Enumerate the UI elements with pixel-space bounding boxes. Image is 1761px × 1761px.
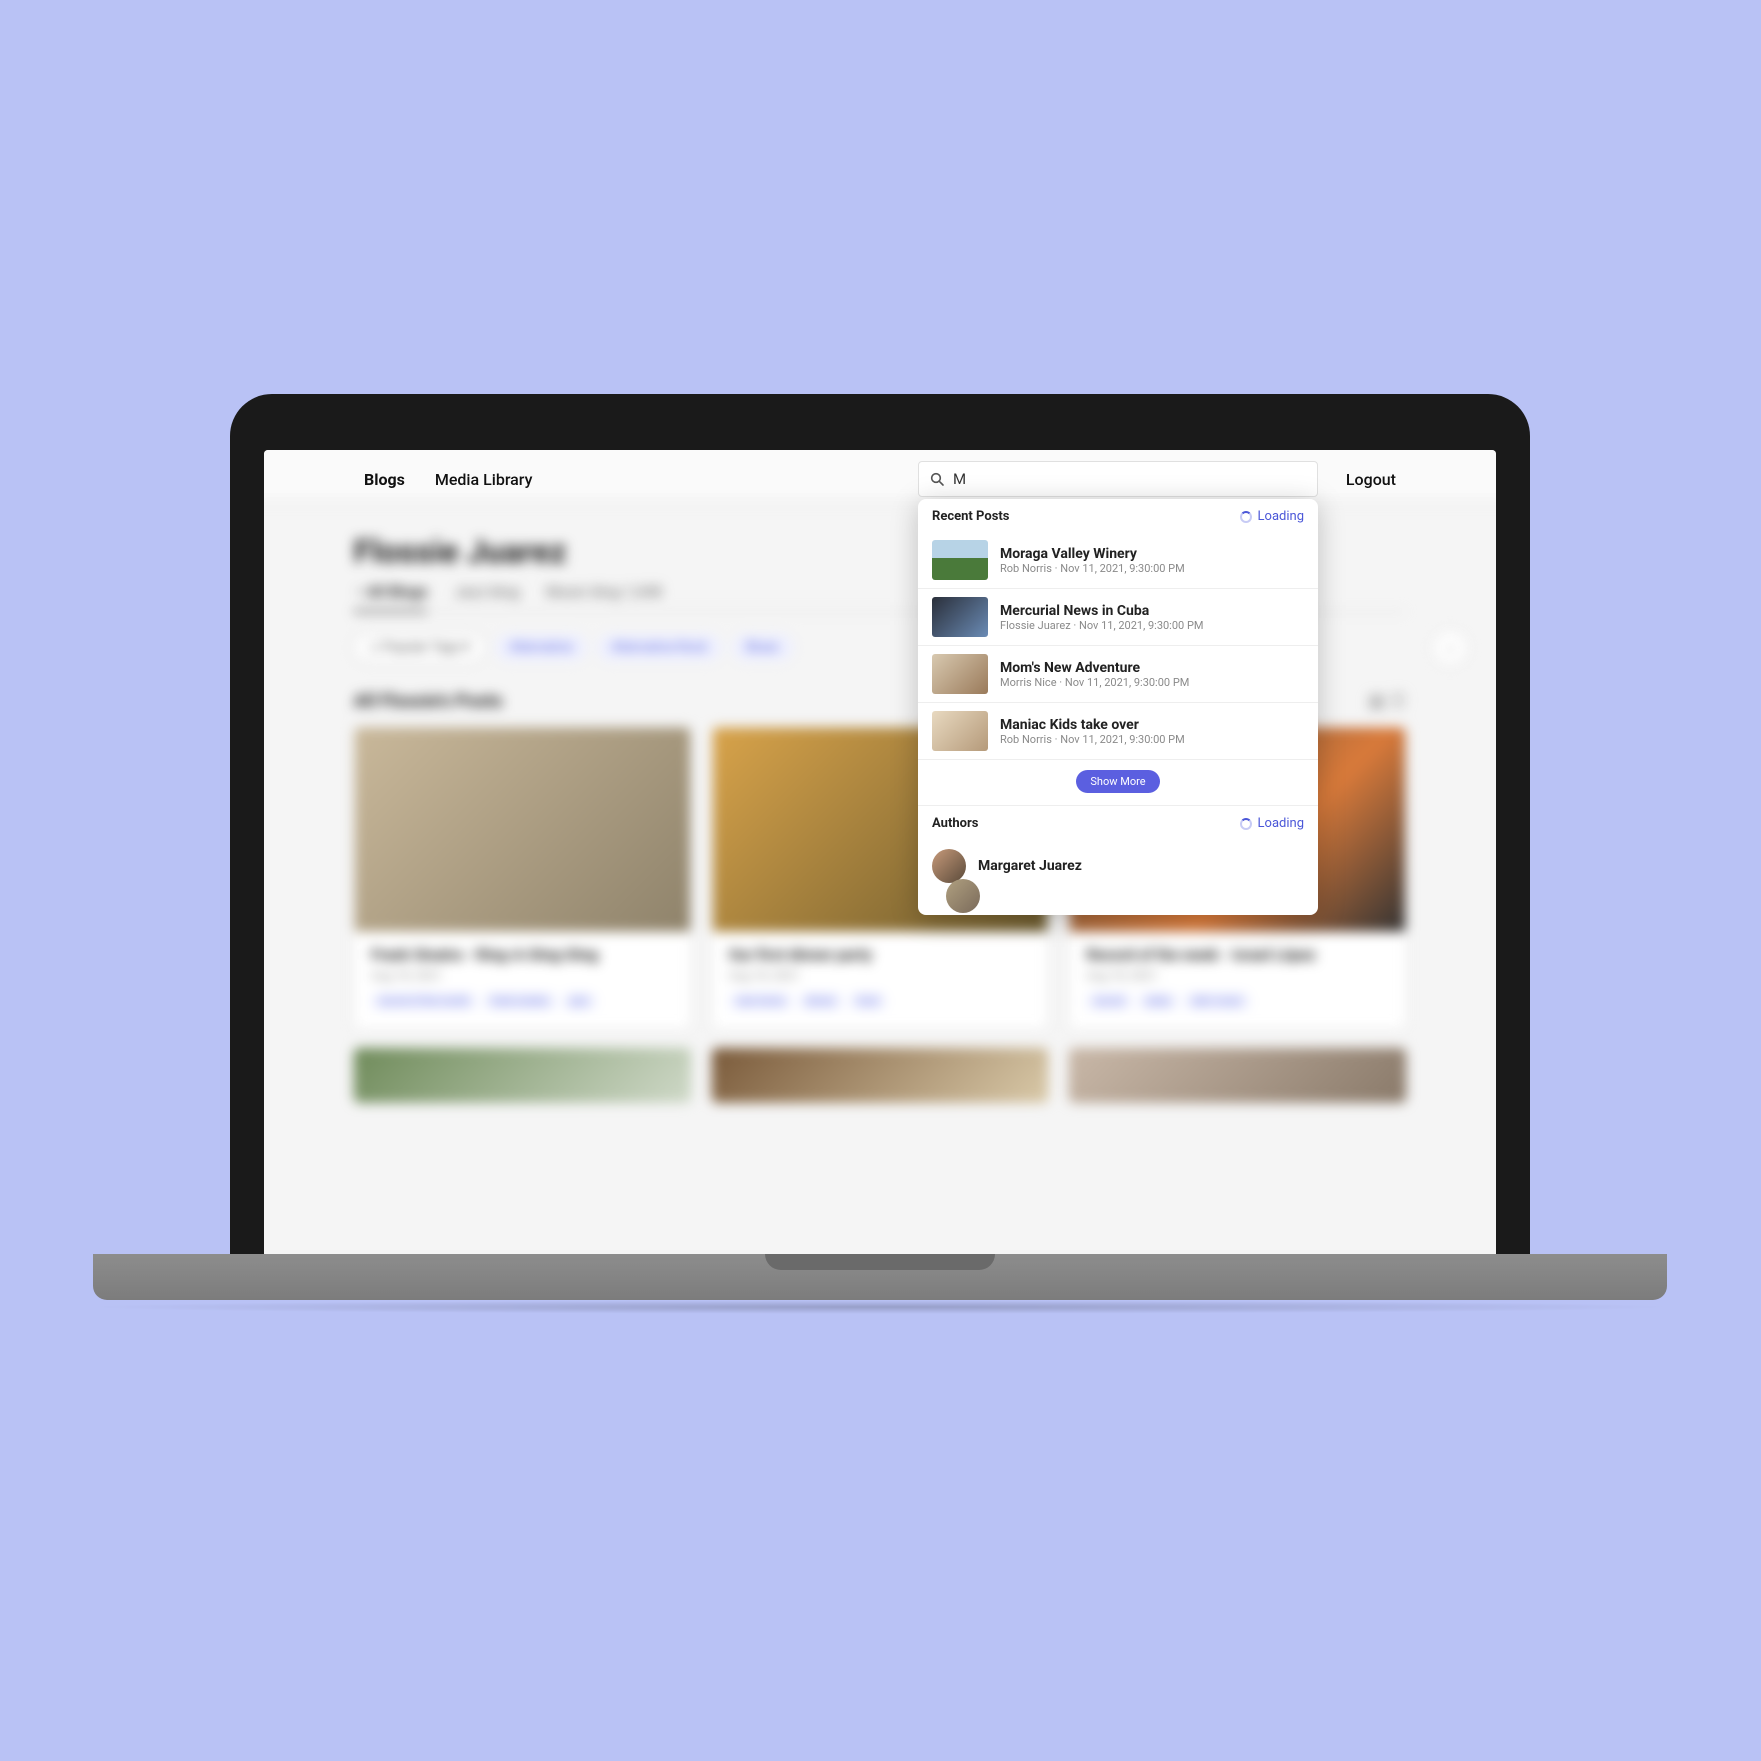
logout-link[interactable]: Logout — [1346, 450, 1396, 508]
laptop-mockup: Flossie Juarez ◔ All Blogs Jazz blog Mus… — [210, 394, 1550, 1314]
section-title: All Flossie's Posts — [354, 691, 503, 712]
laptop-lid: Flossie Juarez ◔ All Blogs Jazz blog Mus… — [230, 394, 1530, 1254]
post-thumbnail — [932, 540, 988, 580]
search-icon — [929, 471, 945, 487]
search-box[interactable] — [918, 461, 1318, 497]
dropdown-recent-posts-header: Recent Posts Loading — [918, 499, 1318, 532]
post-thumbnail — [932, 597, 988, 637]
tab-all-blogs[interactable]: ◔ All Blogs — [354, 583, 428, 613]
tag-chip[interactable]: Alternative — [495, 634, 587, 662]
laptop-notch — [765, 1254, 995, 1270]
search-result-post[interactable]: Mercurial News in Cuba Flossie Juarez · … — [918, 589, 1318, 646]
tag-chip[interactable]: Alternative Rock — [597, 634, 721, 662]
search-input[interactable] — [953, 470, 1307, 488]
search-result-author-partial — [918, 893, 1318, 915]
post-thumbnail — [932, 711, 988, 751]
search-result-author[interactable]: Margaret Juarez — [918, 839, 1318, 893]
authors-label: Authors — [932, 816, 978, 831]
loading-indicator: Loading — [1240, 509, 1304, 524]
avatar — [932, 849, 966, 883]
tag-chip[interactable]: Blues — [732, 634, 793, 662]
app-screen: Flossie Juarez ◔ All Blogs Jazz blog Mus… — [264, 450, 1496, 1254]
dropdown-authors-header: Authors Loading — [918, 806, 1318, 839]
post-thumbnail — [932, 654, 988, 694]
post-title: Mercurial News in Cuba — [1000, 603, 1204, 619]
post-card[interactable] — [711, 1048, 1048, 1103]
loading-indicator: Loading — [1240, 816, 1304, 831]
post-meta: Morris Nice · Nov 11, 2021, 9:30:00 PM — [1000, 676, 1189, 689]
spinner-icon — [1240, 818, 1252, 830]
search-dropdown: Recent Posts Loading Moraga Valley Winer… — [918, 499, 1318, 915]
search-result-post[interactable]: Maniac Kids take over Rob Norris · Nov 1… — [918, 703, 1318, 760]
post-meta: Rob Norris · Nov 11, 2021, 9:30:00 PM — [1000, 562, 1185, 575]
search-result-post[interactable]: Mom's New Adventure Morris Nice · Nov 11… — [918, 646, 1318, 703]
nav-media-library[interactable]: Media Library — [435, 470, 533, 489]
laptop-base — [93, 1254, 1667, 1300]
post-card[interactable]: Frank Sinatra - Ring-A-Ding-Ding Aug 18,… — [354, 727, 691, 1030]
nav-blogs[interactable]: Blogs — [364, 470, 405, 489]
show-more-button[interactable]: Show More — [1076, 770, 1159, 793]
post-card[interactable] — [1069, 1048, 1406, 1103]
post-meta: Rob Norris · Nov 11, 2021, 9:30:00 PM — [1000, 733, 1185, 746]
post-title: Mom's New Adventure — [1000, 660, 1189, 676]
post-title: Maniac Kids take over — [1000, 717, 1185, 733]
chevron-right-icon[interactable]: › — [1433, 631, 1468, 666]
view-toggle[interactable]: ▦ ☰ — [1368, 691, 1406, 712]
tab-jazz-blog[interactable]: Jazz blog — [454, 583, 519, 601]
popular-tags-dropdown[interactable]: ◇ Popular Tags ▾ — [354, 633, 485, 663]
laptop-shadow — [80, 1300, 1680, 1314]
post-meta: Flossie Juarez · Nov 11, 2021, 9:30:00 P… — [1000, 619, 1204, 632]
search-result-post[interactable]: Moraga Valley Winery Rob Norris · Nov 11… — [918, 532, 1318, 589]
tab-music-blog[interactable]: Music blog 1,048 — [546, 583, 662, 601]
post-title: Moraga Valley Winery — [1000, 546, 1185, 562]
post-card[interactable] — [354, 1048, 691, 1103]
spinner-icon — [1240, 511, 1252, 523]
recent-posts-label: Recent Posts — [932, 509, 1009, 524]
avatar — [946, 879, 980, 913]
author-name: Margaret Juarez — [978, 858, 1082, 874]
